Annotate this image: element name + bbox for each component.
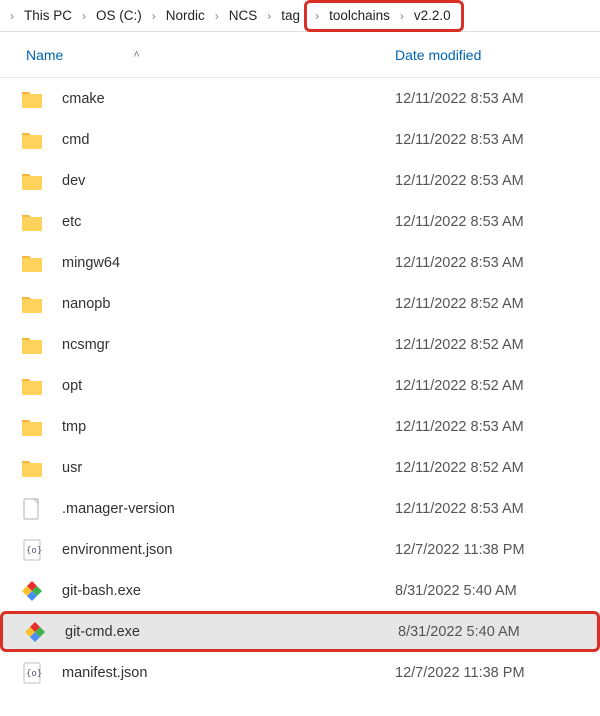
file-date-cell: 12/7/2022 11:38 PM (385, 542, 600, 558)
file-row[interactable]: nanopb 12/11/2022 8:52 AM (0, 283, 600, 324)
file-row[interactable]: tmp 12/11/2022 8:53 AM (0, 406, 600, 447)
sort-asc-icon: ˄ (133, 49, 139, 61)
file-name-label: manifest.json (62, 665, 147, 681)
file-name-label: git-cmd.exe (65, 624, 140, 640)
crumb-toolchains[interactable]: toolchains (323, 3, 396, 29)
file-date-cell: 8/31/2022 5:40 AM (388, 624, 597, 640)
file-name-label: mingw64 (62, 255, 120, 271)
file-name-label: dev (62, 173, 85, 189)
file-name-cell[interactable]: cmd (0, 128, 385, 152)
file-row[interactable]: git-bash.exe 8/31/2022 5:40 AM (0, 570, 600, 611)
crumb-v220[interactable]: v2.2.0 (408, 3, 457, 29)
file-name-label: .manager-version (62, 501, 175, 517)
file-date-cell: 12/11/2022 8:53 AM (385, 91, 600, 107)
file-name-cell[interactable]: ncsmgr (0, 333, 385, 357)
file-name-cell[interactable]: nanopb (0, 292, 385, 316)
chevron-right-icon[interactable]: › (148, 9, 160, 23)
file-name-cell[interactable]: git-cmd.exe (3, 620, 388, 644)
column-header-date[interactable]: Date modified (385, 47, 600, 63)
file-row[interactable]: .manager-version 12/11/2022 8:53 AM (0, 488, 600, 529)
folder-icon (20, 128, 44, 152)
file-date-cell: 12/11/2022 8:53 AM (385, 419, 600, 435)
file-date-cell: 12/11/2022 8:52 AM (385, 460, 600, 476)
json-icon (20, 661, 44, 685)
git-icon (20, 579, 44, 603)
file-row[interactable]: etc 12/11/2022 8:53 AM (0, 201, 600, 242)
folder-icon (20, 456, 44, 480)
chevron-right-icon[interactable]: › (6, 9, 18, 23)
chevron-right-icon[interactable]: › (78, 9, 90, 23)
file-name-cell[interactable]: usr (0, 456, 385, 480)
file-date-cell: 12/11/2022 8:52 AM (385, 296, 600, 312)
file-date-cell: 8/31/2022 5:40 AM (385, 583, 600, 599)
git-icon (23, 620, 47, 644)
file-name-label: cmake (62, 91, 105, 107)
file-name-cell[interactable]: cmake (0, 87, 385, 111)
file-name-label: nanopb (62, 296, 110, 312)
file-row[interactable]: dev 12/11/2022 8:53 AM (0, 160, 600, 201)
folder-icon (20, 169, 44, 193)
folder-icon (20, 251, 44, 275)
page-icon (20, 497, 44, 521)
file-row[interactable]: cmd 12/11/2022 8:53 AM (0, 119, 600, 160)
file-date-cell: 12/11/2022 8:52 AM (385, 337, 600, 353)
folder-icon (20, 374, 44, 398)
json-icon (20, 538, 44, 562)
file-name-cell[interactable]: .manager-version (0, 497, 385, 521)
file-name-label: usr (62, 460, 82, 476)
file-date-cell: 12/11/2022 8:53 AM (385, 255, 600, 271)
folder-icon (20, 292, 44, 316)
column-header-name[interactable]: Name ˄ (0, 47, 385, 63)
file-list: cmake 12/11/2022 8:53 AM cmd 12/11/2022 8:5… (0, 78, 600, 693)
file-name-label: cmd (62, 132, 89, 148)
file-name-cell[interactable]: environment.json (0, 538, 385, 562)
folder-icon (20, 333, 44, 357)
file-name-cell[interactable]: etc (0, 210, 385, 234)
file-name-cell[interactable]: opt (0, 374, 385, 398)
file-date-cell: 12/11/2022 8:53 AM (385, 132, 600, 148)
crumb-tag[interactable]: tag (275, 0, 306, 31)
file-name-label: ncsmgr (62, 337, 110, 353)
file-name-cell[interactable]: dev (0, 169, 385, 193)
file-name-cell[interactable]: manifest.json (0, 661, 385, 685)
file-name-label: git-bash.exe (62, 583, 141, 599)
crumb-ncs[interactable]: NCS (223, 0, 264, 31)
file-date-cell: 12/11/2022 8:53 AM (385, 501, 600, 517)
folder-icon (20, 87, 44, 111)
file-name-label: environment.json (62, 542, 172, 558)
file-name-label: etc (62, 214, 81, 230)
chevron-right-icon[interactable]: › (211, 9, 223, 23)
file-date-cell: 12/11/2022 8:52 AM (385, 378, 600, 394)
file-date-cell: 12/11/2022 8:53 AM (385, 214, 600, 230)
crumb-os-c[interactable]: OS (C:) (90, 0, 148, 31)
file-name-label: opt (62, 378, 82, 394)
file-name-cell[interactable]: mingw64 (0, 251, 385, 275)
breadcrumb[interactable]: › This PC › OS (C:) › Nordic › NCS › tag… (0, 0, 600, 32)
file-row[interactable]: usr 12/11/2022 8:52 AM (0, 447, 600, 488)
file-name-label: tmp (62, 419, 86, 435)
chevron-right-icon[interactable]: › (263, 9, 275, 23)
chevron-right-icon[interactable]: › (311, 9, 323, 23)
breadcrumb-highlight: › toolchains › v2.2.0 (304, 0, 464, 32)
folder-icon (20, 415, 44, 439)
file-name-cell[interactable]: tmp (0, 415, 385, 439)
crumb-this-pc[interactable]: This PC (18, 0, 78, 31)
file-date-cell: 12/7/2022 11:38 PM (385, 665, 600, 681)
file-row[interactable]: mingw64 12/11/2022 8:53 AM (0, 242, 600, 283)
column-header-row: Name ˄ Date modified (0, 32, 600, 78)
file-row[interactable]: ncsmgr 12/11/2022 8:52 AM (0, 324, 600, 365)
file-row[interactable]: environment.json 12/7/2022 11:38 PM (0, 529, 600, 570)
file-date-cell: 12/11/2022 8:53 AM (385, 173, 600, 189)
folder-icon (20, 210, 44, 234)
file-row[interactable]: manifest.json 12/7/2022 11:38 PM (0, 652, 600, 693)
file-name-cell[interactable]: git-bash.exe (0, 579, 385, 603)
chevron-right-icon[interactable]: › (396, 9, 408, 23)
file-row[interactable]: git-cmd.exe 8/31/2022 5:40 AM (0, 611, 600, 652)
file-row[interactable]: opt 12/11/2022 8:52 AM (0, 365, 600, 406)
file-row[interactable]: cmake 12/11/2022 8:53 AM (0, 78, 600, 119)
crumb-nordic[interactable]: Nordic (160, 0, 211, 31)
